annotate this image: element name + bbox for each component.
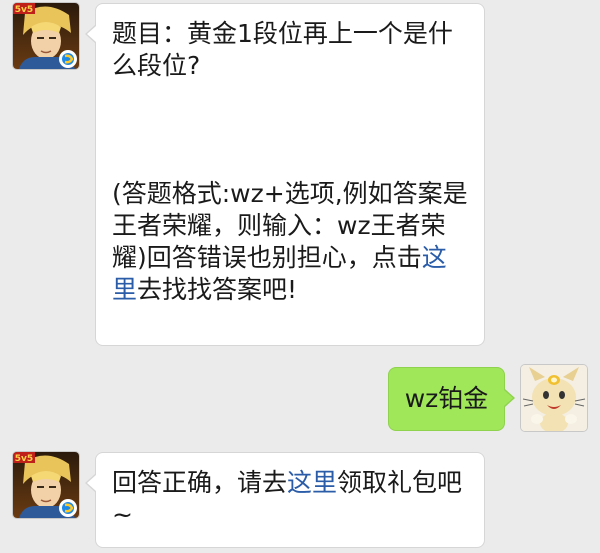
svg-text:5v5: 5v5 <box>15 454 33 464</box>
answer-format-hint: (答题格式:wz+选项,例如答案是王者荣耀，则输入：wz王者荣耀)回答错误也别担… <box>112 178 468 306</box>
question-text: 题目：黄金1段位再上一个是什么段位? <box>112 19 453 80</box>
svg-text:5v5: 5v5 <box>15 5 33 15</box>
game-account-avatar[interactable]: 5v5 <box>13 3 79 69</box>
reply-text: 回答正确，请去这里领取礼包吧~ <box>112 467 468 531</box>
meowth-avatar-icon <box>521 365 587 431</box>
game-hero-avatar-icon: 5v5 <box>13 3 79 69</box>
bubble-tail <box>87 26 96 42</box>
reply-bubble: 回答正确，请去这里领取礼包吧~ <box>85 452 485 548</box>
game-hero-avatar-icon: 5v5 <box>13 452 79 518</box>
user-avatar[interactable] <box>521 365 587 431</box>
user-answer-bubble: wz铂金 <box>388 367 515 431</box>
game-account-avatar[interactable]: 5v5 <box>13 452 79 518</box>
user-answer-text: wz铂金 <box>404 384 489 413</box>
bubble-tail <box>87 475 96 491</box>
format-hint-text: (答题格式:wz+选项,例如答案是王者荣耀，则输入：wz王者荣耀)回答错误也别担… <box>112 179 468 272</box>
question-bubble: 题目：黄金1段位再上一个是什么段位? (答题格式:wz+选项,例如答案是王者荣耀… <box>85 3 485 346</box>
bubble-tail <box>504 390 513 406</box>
reply-prefix-text: 回答正确，请去 <box>112 468 288 497</box>
format-hint-tail-text: 去找找答案吧! <box>137 275 298 304</box>
gift-link[interactable]: 这里 <box>287 468 337 497</box>
